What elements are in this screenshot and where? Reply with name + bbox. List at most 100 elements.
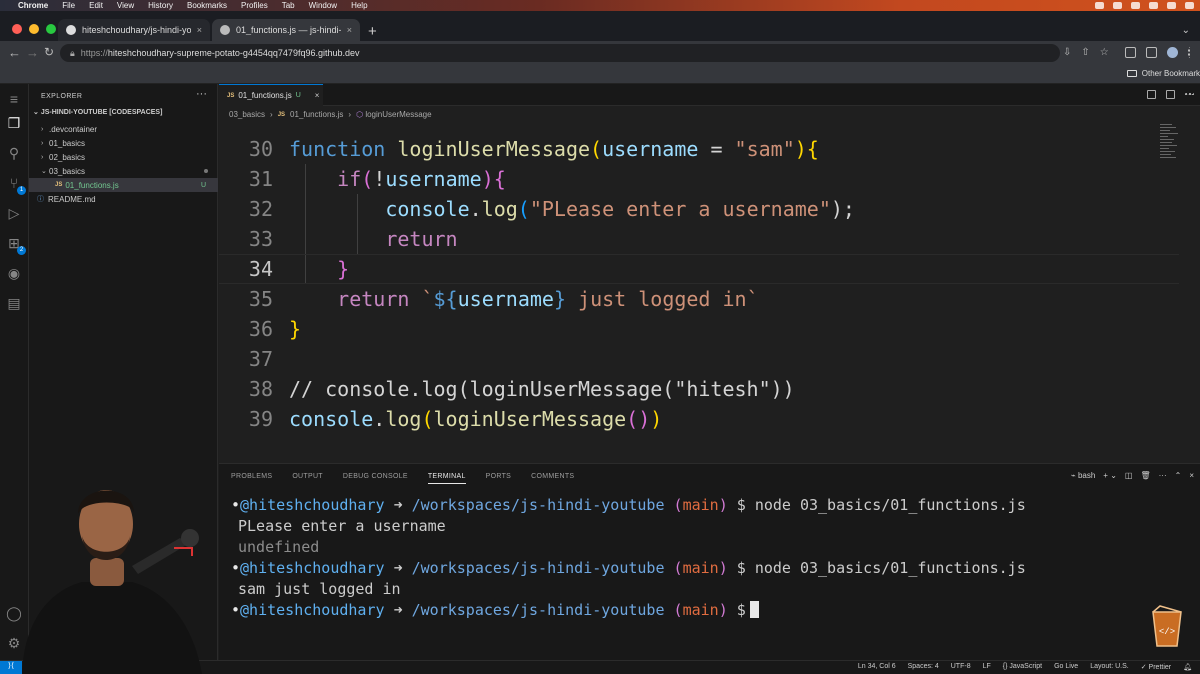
breadcrumb-file[interactable]: 01_functions.js <box>290 110 343 119</box>
tray-icon[interactable] <box>1095 2 1104 9</box>
wifi-icon[interactable] <box>1149 2 1158 9</box>
more-actions-icon[interactable]: ··· <box>1159 471 1167 480</box>
tree-folder-01-basics[interactable]: › 01_basics <box>29 136 218 150</box>
tree-folder-devcontainer[interactable]: › .devcontainer <box>29 122 218 136</box>
split-editor-icon[interactable] <box>1166 90 1175 99</box>
close-window-button[interactable] <box>12 24 22 34</box>
split-terminal-icon[interactable]: ◫ <box>1125 471 1133 480</box>
maximize-window-button[interactable] <box>46 24 56 34</box>
chevron-up-icon[interactable]: ⌃ <box>1175 471 1182 480</box>
code-line[interactable]: 38 // console.log(loginUserMessage("hite… <box>219 374 1179 404</box>
workspace-root[interactable]: ⌄ JS-HINDI-YOUTUBE [CODESPACES] <box>29 108 218 120</box>
breadcrumb-symbol[interactable]: ⬡ loginUserMessage <box>356 110 431 119</box>
more-actions-icon[interactable] <box>1185 93 1194 97</box>
side-panel-icon[interactable] <box>1146 47 1157 58</box>
browser-tab-github[interactable]: hiteshchoudhary/js-hindi-yout × <box>58 19 210 41</box>
reload-icon[interactable]: ↻ <box>44 45 54 59</box>
tab-ports[interactable]: PORTS <box>486 473 512 484</box>
menu-tab[interactable]: Tab <box>282 1 295 10</box>
explorer-icon[interactable]: ❐ <box>5 114 23 132</box>
share-icon[interactable]: ⇧ <box>1081 47 1089 58</box>
menu-app[interactable]: Chrome <box>18 1 48 10</box>
code-line[interactable]: 36 } <box>219 314 1179 344</box>
editor-tab-01-functions[interactable]: JS 01_functions.js U × <box>219 84 323 106</box>
status-language[interactable]: {} JavaScript <box>1003 663 1042 671</box>
tab-debug-console[interactable]: DEBUG CONSOLE <box>343 473 408 484</box>
code-line[interactable]: 37 <box>219 344 1179 374</box>
tab-search-icon[interactable]: ⌄ <box>1182 25 1190 36</box>
menu-edit[interactable]: Edit <box>89 1 103 10</box>
address-bar[interactable]: 🔒︎ https:// hiteshchoudhary-supreme-pota… <box>60 44 1060 62</box>
code-line[interactable]: 31 if(!username){ <box>219 164 1179 194</box>
menu-profiles[interactable]: Profiles <box>241 1 268 10</box>
tab-comments[interactable]: COMMENTS <box>531 473 574 484</box>
lock-icon[interactable]: 🔒︎ <box>70 48 75 59</box>
tray-icon[interactable] <box>1131 2 1140 9</box>
menu-help[interactable]: Help <box>351 1 367 10</box>
menu-icon[interactable]: ≡ <box>5 90 23 108</box>
code-line[interactable]: 32 console.log("PLease enter a username"… <box>219 194 1179 224</box>
code-line[interactable]: 30 function loginUserMessage(username = … <box>219 134 1179 164</box>
menu-bookmarks[interactable]: Bookmarks <box>187 1 227 10</box>
new-terminal-button[interactable]: + ⌄ <box>1103 471 1117 480</box>
more-actions-icon[interactable]: ··· <box>196 88 207 100</box>
line-number: 33 <box>248 227 273 251</box>
menu-file[interactable]: File <box>62 1 75 10</box>
tree-file-01-functions[interactable]: JS 01_functions.js U <box>29 178 218 192</box>
new-tab-button[interactable]: + <box>368 23 377 40</box>
run-debug-icon[interactable]: ▷ <box>5 204 23 222</box>
docker-icon[interactable]: ▤ <box>5 294 23 312</box>
code-line[interactable]: 33 return <box>219 224 1179 254</box>
terminal-command: node 03_basics/01_functions.js <box>754 558 1026 577</box>
close-tab-icon[interactable]: × <box>197 25 202 35</box>
more-menu-icon[interactable] <box>1188 47 1192 58</box>
tree-file-readme[interactable]: ⓘ README.md <box>29 192 218 206</box>
status-eol[interactable]: LF <box>983 663 991 671</box>
status-prettier[interactable]: ✓ Prettier <box>1141 663 1171 671</box>
profile-avatar[interactable] <box>1167 47 1178 58</box>
tab-problems[interactable]: PROBLEMS <box>231 473 272 484</box>
menu-history[interactable]: History <box>148 1 173 10</box>
status-encoding[interactable]: UTF-8 <box>951 663 971 671</box>
extensions-icon[interactable] <box>1125 47 1136 58</box>
compare-icon[interactable] <box>1147 90 1156 99</box>
menubar-tray <box>1095 0 1194 11</box>
github-icon[interactable]: ◉ <box>5 264 23 282</box>
back-icon[interactable]: ← <box>8 45 21 60</box>
install-app-icon[interactable]: ⇩ <box>1063 47 1071 58</box>
menu-view[interactable]: View <box>117 1 134 10</box>
tray-icon[interactable] <box>1113 2 1122 9</box>
source-control-icon[interactable]: ⑂ 1 <box>5 174 26 195</box>
close-tab-icon[interactable]: × <box>347 25 352 35</box>
close-tab-icon[interactable]: × <box>315 91 320 100</box>
trash-icon[interactable]: 🗑︎ <box>1140 471 1150 480</box>
tab-terminal[interactable]: TERMINAL <box>427 473 466 484</box>
battery-icon[interactable] <box>1167 2 1176 9</box>
browser-tab-codespace[interactable]: 01_functions.js — js-hindi-you × <box>212 19 360 41</box>
code-text: function loginUserMessage(username = "sa… <box>289 137 819 161</box>
code-comment: // console.log(loginUserMessage("hitesh"… <box>289 377 795 401</box>
bookmark-star-icon[interactable]: ☆ <box>1100 47 1109 58</box>
extensions-icon[interactable]: ⊞ 2 <box>5 234 26 255</box>
status-go-live[interactable]: Go Live <box>1054 663 1078 671</box>
tree-folder-02-basics[interactable]: › 02_basics <box>29 150 218 164</box>
forward-icon[interactable]: → <box>26 45 39 60</box>
status-cursor-position[interactable]: Ln 34, Col 6 <box>858 663 896 671</box>
minimize-window-button[interactable] <box>29 24 39 34</box>
terminal-output[interactable]: • @hiteshchoudhary ➜ /workspaces/js-hindi… <box>231 494 1026 620</box>
tree-folder-03-basics[interactable]: ⌄ 03_basics <box>29 164 218 178</box>
menu-window[interactable]: Window <box>309 1 337 10</box>
search-icon[interactable]: ⚲ <box>5 144 23 162</box>
status-indentation[interactable]: Spaces: 4 <box>908 663 939 671</box>
breadcrumb-folder[interactable]: 03_basics <box>229 110 265 119</box>
tab-output[interactable]: OUTPUT <box>292 473 323 484</box>
terminal-shell[interactable]: ⌁ bash <box>1071 471 1095 480</box>
code-line[interactable]: 39 console.log(loginUserMessage()) <box>219 404 1179 434</box>
status-keyboard-layout[interactable]: Layout: U.S. <box>1090 663 1129 671</box>
code-line-current[interactable]: 34 } <box>219 254 1179 284</box>
code-line[interactable]: 35 return `${username} just logged in` <box>219 284 1179 314</box>
other-bookmarks[interactable]: Other Bookmark <box>1126 69 1200 78</box>
control-center-icon[interactable] <box>1185 2 1194 9</box>
close-panel-icon[interactable]: × <box>1189 471 1194 480</box>
notifications-bell-icon[interactable]: 🔔︎ <box>1183 663 1192 671</box>
